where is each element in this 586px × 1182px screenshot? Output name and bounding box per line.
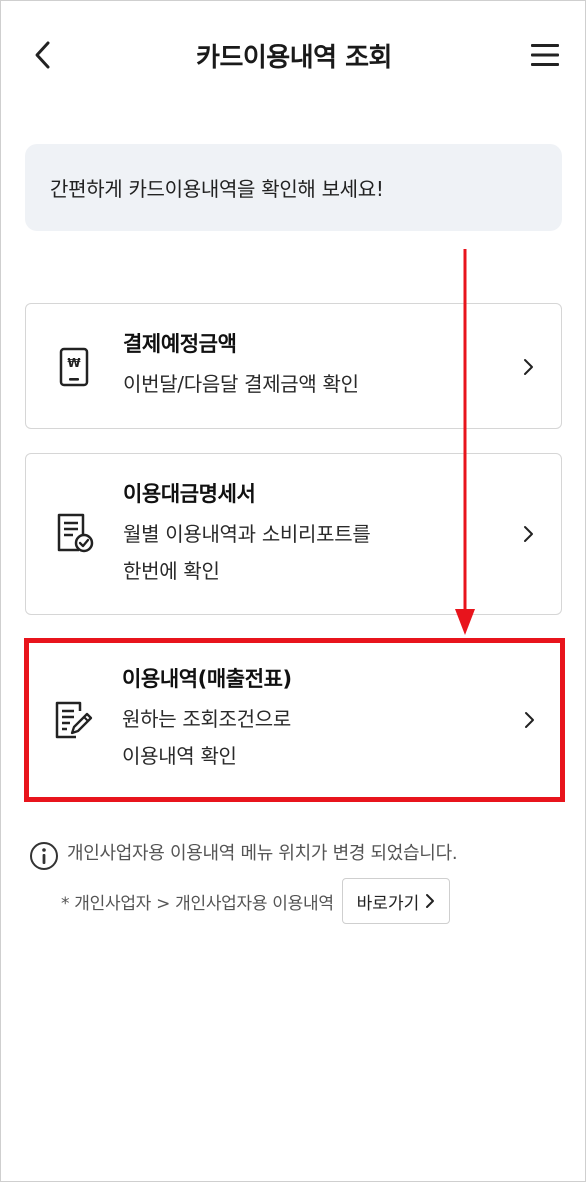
chevron-right-icon — [525, 712, 534, 728]
phone-won-icon: ₩ — [59, 347, 89, 387]
menu-card-transaction-history[interactable]: 이용내역(매출전표) 원하는 조회조건으로 이용내역 확인 — [25, 641, 562, 800]
goto-button-label: 바로가기 — [356, 893, 420, 914]
hamburger-menu-icon — [531, 44, 559, 66]
menu-card-billing-statement[interactable]: 이용대금명세서 월별 이용내역과 소비리포트를 한번에 확인 — [25, 453, 562, 615]
info-circle-icon — [30, 842, 58, 870]
menu-path-text: * 개인사업자 > 개인사업자용 이용내역 — [61, 893, 334, 914]
top-bar: 카드이용내역 조회 — [1, 1, 586, 111]
intro-banner-text: 간편하게 카드이용내역을 확인해 보세요! — [50, 177, 384, 201]
location-change-notice: 개인사업자용 이용내역 메뉴 위치가 변경 되었습니다. — [67, 843, 458, 864]
chevron-right-icon — [524, 526, 533, 542]
chevron-right-icon — [524, 359, 533, 375]
screen: 카드이용내역 조회 간편하게 카드이용내역을 확인해 보세요! ₩ 결제예정금액… — [0, 0, 586, 1182]
annotation-arrow-down-icon — [455, 249, 475, 635]
card-title: 이용내역(매출전표) — [122, 667, 292, 691]
menu-card-scheduled-payment[interactable]: ₩ 결제예정금액 이번달/다음달 결제금액 확인 — [25, 303, 562, 429]
page-title: 카드이용내역 조회 — [196, 43, 392, 73]
chevron-right-icon — [426, 894, 435, 908]
card-description: 원하는 조회조건으로 이용내역 확인 — [122, 707, 291, 768]
intro-banner: 간편하게 카드이용내역을 확인해 보세요! — [25, 144, 562, 231]
svg-text:₩: ₩ — [67, 356, 81, 370]
menu-button[interactable] — [523, 37, 567, 73]
goto-button[interactable]: 바로가기 — [341, 878, 451, 924]
document-edit-icon — [55, 701, 93, 739]
statement-check-icon — [57, 513, 94, 553]
